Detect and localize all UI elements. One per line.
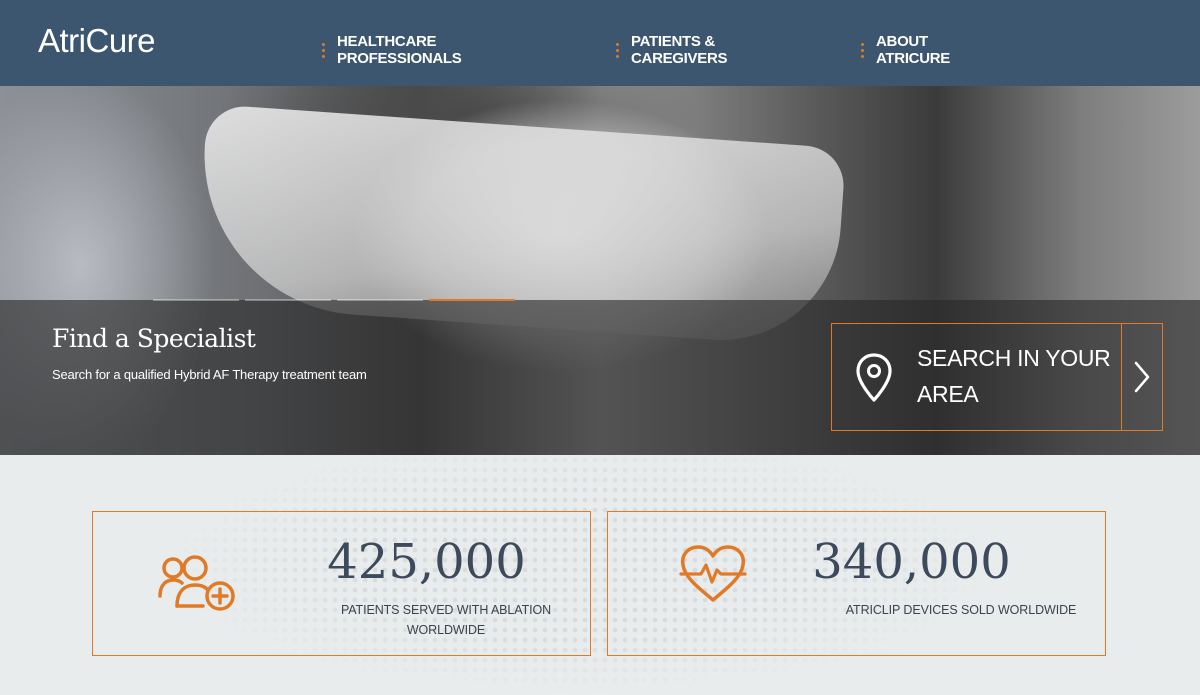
- nav-label: HEALTHCARE PROFESSIONALS: [337, 33, 462, 67]
- site-header: AtriCure HEALTHCARE PROFESSIONALS PATIEN…: [0, 0, 1200, 86]
- stat-number: 425,000: [327, 534, 526, 590]
- stat-number: 340,000: [812, 534, 1011, 590]
- logo-text: AtriCure: [38, 22, 156, 59]
- stat-label: PATIENTS SERVED WITH ABLATION WORLDWIDE: [340, 603, 552, 637]
- nav-dots-icon: [861, 42, 864, 58]
- atricure-logo[interactable]: AtriCure: [38, 22, 156, 60]
- search-cta-label: SEARCH IN YOUR AREA: [917, 345, 1111, 407]
- nav-dots-icon: [322, 42, 325, 58]
- map-pin-icon: [856, 353, 892, 402]
- slide-indicator[interactable]: [245, 299, 331, 301]
- nav-dots-icon: [616, 42, 619, 58]
- stat-card-atriclip: 340,000 ATRICLIP DEVICES SOLD WORLDWIDE: [607, 511, 1106, 656]
- nav-item-healthcare-professionals[interactable]: HEALTHCARE PROFESSIONALS: [322, 33, 462, 67]
- nav-label: ABOUT ATRICURE: [876, 33, 950, 67]
- slide-indicator[interactable]: [153, 299, 239, 301]
- slide-indicator-active[interactable]: [429, 299, 515, 301]
- slide-indicator[interactable]: [337, 299, 423, 301]
- nav-item-about-atricure[interactable]: ABOUT ATRICURE: [861, 33, 950, 67]
- find-specialist-title: Find a Specialist: [52, 324, 256, 353]
- nav-item-patients-caregivers[interactable]: PATIENTS & CAREGIVERS: [616, 33, 727, 67]
- find-specialist-subtitle: Search for a qualified Hybrid AF Therapy…: [52, 367, 367, 382]
- stat-label: ATRICLIP DEVICES SOLD WORLDWIDE: [845, 603, 1077, 617]
- search-in-your-area-button[interactable]: SEARCH IN YOUR AREA: [831, 323, 1163, 431]
- stat-card-patients: 425,000 PATIENTS SERVED WITH ABLATION WO…: [92, 511, 591, 656]
- slide-indicators: [153, 299, 515, 301]
- chevron-right-icon: [1134, 361, 1150, 393]
- hero-banner: Find a Specialist Search for a qualified…: [0, 86, 1200, 455]
- search-cta-arrow[interactable]: [1122, 324, 1162, 430]
- search-cta-main[interactable]: SEARCH IN YOUR AREA: [832, 324, 1122, 430]
- nav-label: PATIENTS & CAREGIVERS: [631, 33, 728, 67]
